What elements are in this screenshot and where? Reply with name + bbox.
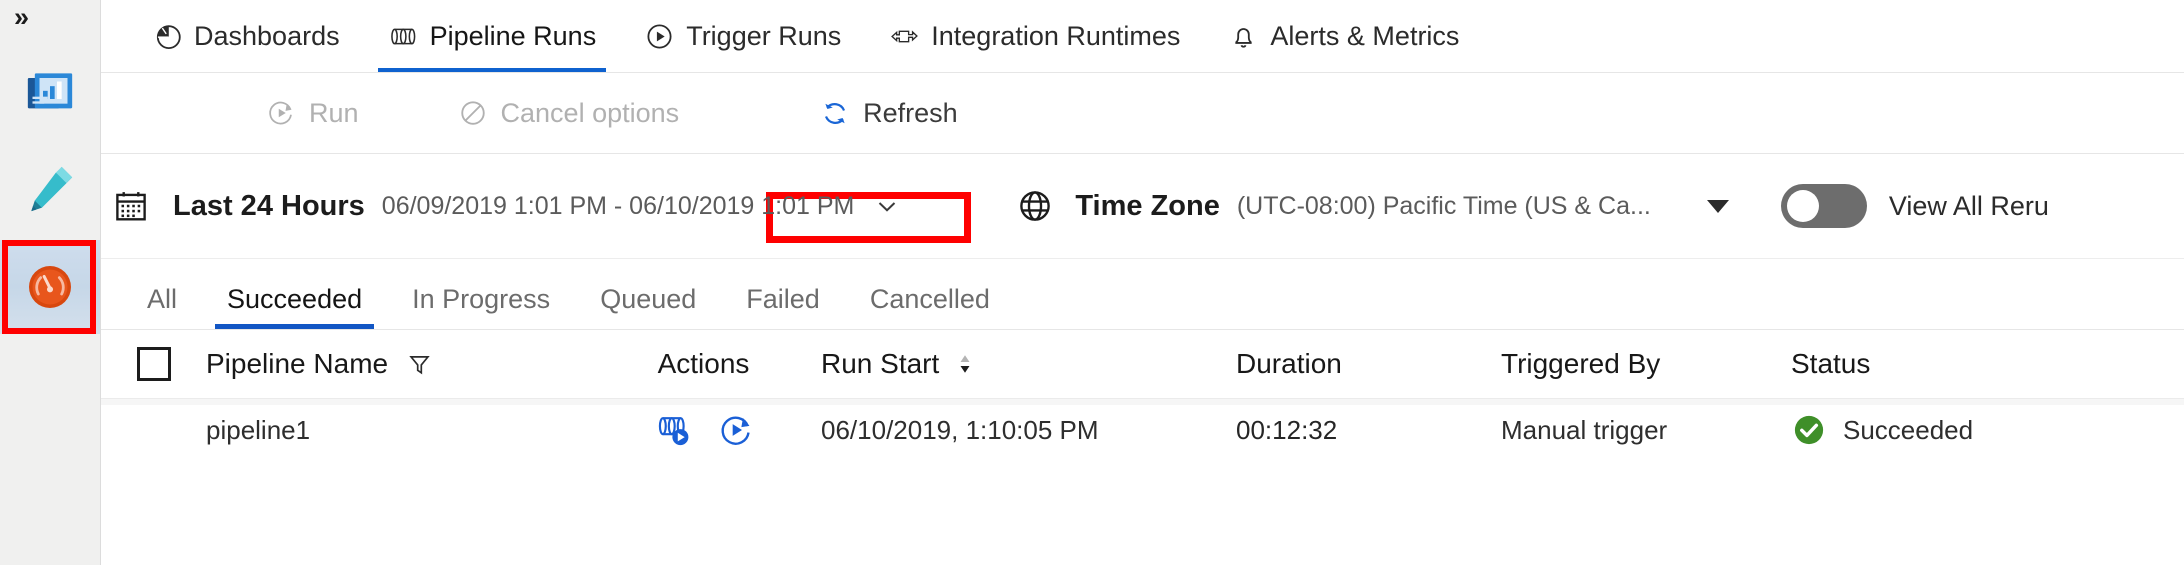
cell-run-start: 06/10/2019, 1:10:05 PM (821, 415, 1236, 446)
pie-chart-icon (152, 21, 183, 52)
calendar-icon (111, 186, 151, 226)
table-header: Pipeline Name Actions Run Start Duration… (101, 330, 2184, 399)
pivot-failed[interactable]: Failed (734, 284, 832, 329)
command-bar: Run Cancel options Refresh (101, 73, 2184, 243)
timezone-label: Time Zone (1075, 189, 1220, 222)
toggle-knob (1786, 190, 1819, 222)
select-all-cell[interactable] (101, 347, 206, 381)
cell-triggered-by: Manual trigger (1501, 415, 1791, 446)
section-tabs: Dashboards Pipeline Runs Trigger Runs In… (101, 0, 2184, 73)
sidebar-item-author[interactable] (0, 142, 100, 236)
filter-funnel-icon[interactable] (406, 351, 433, 378)
pivot-all[interactable]: All (135, 284, 189, 329)
sidebar-item-overview[interactable] (0, 45, 100, 139)
pivot-queued[interactable]: Queued (588, 284, 708, 329)
timezone-value: (UTC-08:00) Pacific Time (US & Ca... (1236, 191, 1651, 220)
time-filter-bar: Last 24 Hours 06/09/2019 1:01 PM - 06/10… (101, 154, 2184, 259)
tab-label: Pipeline Runs (429, 20, 597, 51)
pivot-in-progress[interactable]: In Progress (400, 284, 562, 329)
pipeline-name-link[interactable]: pipeline1 (206, 415, 310, 446)
monitor-pipeline-runs-page: » Dashboards Pipeline Runs Trigger Runs … (0, 0, 2184, 565)
view-activity-runs-icon[interactable] (653, 410, 693, 450)
rerun-icon[interactable] (717, 411, 755, 449)
run-start-value: 06/10/2019, 1:10:05 PM (821, 414, 1099, 445)
tab-alerts-metrics[interactable]: Alerts & Metrics (1212, 0, 1475, 72)
column-triggered-by: Triggered By (1501, 348, 1791, 380)
view-all-reruns-toggle[interactable] (1780, 184, 1867, 228)
date-range-picker[interactable]: Last 24 Hours 06/09/2019 1:01 PM - 06/10… (101, 186, 902, 226)
main-content: Dashboards Pipeline Runs Trigger Runs In… (101, 0, 2184, 565)
column-header-label: Duration (1236, 348, 1342, 379)
pipeline-icon (388, 21, 419, 52)
triggered-by-value: Manual trigger (1501, 414, 1668, 445)
row-top-separator (101, 399, 2184, 405)
status-value: Succeeded (1843, 414, 1974, 445)
expand-rail-button[interactable]: » (14, 4, 29, 31)
column-header-label: Actions (657, 348, 750, 379)
column-duration: Duration (1236, 348, 1501, 380)
play-circle-icon (644, 21, 675, 52)
tab-integration-runtimes[interactable]: Integration Runtimes (873, 0, 1196, 72)
tab-label: Integration Runtimes (931, 20, 1181, 51)
tab-trigger-runs[interactable]: Trigger Runs (628, 0, 857, 72)
refresh-icon (820, 98, 850, 128)
column-header-label: Status (1791, 348, 1871, 379)
column-header-label: Run Start (821, 348, 940, 379)
globe-icon (1015, 186, 1055, 226)
author-pencil-icon (31, 166, 73, 212)
integration-runtime-icon (889, 21, 920, 52)
cell-actions (586, 410, 821, 450)
tab-pipeline-runs[interactable]: Pipeline Runs (372, 0, 613, 72)
overview-icon (27, 73, 73, 109)
tab-dashboards[interactable]: Dashboards (136, 0, 356, 72)
cell-status: Succeeded (1791, 412, 2091, 448)
pivot-succeeded[interactable]: Succeeded (215, 284, 375, 329)
column-run-start[interactable]: Run Start (821, 348, 1236, 380)
success-check-icon (1791, 412, 1827, 448)
tab-label: Dashboards (194, 20, 340, 51)
sidebar-item-monitor[interactable] (0, 240, 100, 334)
date-range-label: Last 24 Hours (173, 189, 365, 222)
sort-arrows-icon[interactable] (955, 349, 975, 379)
duration-value: 00:12:32 (1236, 414, 1338, 445)
refresh-label: Refresh (863, 97, 958, 128)
column-pipeline-name[interactable]: Pipeline Name (206, 348, 586, 380)
bell-icon (1228, 21, 1259, 52)
column-header-label: Triggered By (1501, 348, 1661, 379)
column-status: Status (1791, 348, 2091, 380)
view-all-reruns-group[interactable]: View All Reru (1729, 184, 2049, 228)
refresh-button[interactable]: Refresh (798, 87, 980, 139)
run-label: Run (309, 97, 359, 128)
cell-duration: 00:12:32 (1236, 415, 1501, 446)
timezone-picker[interactable]: Time Zone (UTC-08:00) Pacific Time (US &… (1015, 186, 1729, 226)
view-all-reruns-label: View All Reru (1888, 190, 2049, 221)
cancel-options-button[interactable]: Cancel options (436, 87, 702, 139)
column-actions: Actions (586, 348, 821, 380)
cancel-label: Cancel options (500, 97, 680, 128)
table-row[interactable]: pipeline1 06/10/2019, 1:10:05 PM 00:12:3… (101, 399, 2184, 461)
left-rail: » (0, 0, 101, 565)
cell-pipeline-name[interactable]: pipeline1 (206, 415, 586, 446)
column-header-label: Pipeline Name (206, 348, 389, 379)
tab-label: Alerts & Metrics (1270, 20, 1460, 51)
chevron-down-icon[interactable] (872, 191, 902, 221)
date-range-value: 06/09/2019 1:01 PM - 06/10/2019 1:01 PM (381, 191, 855, 220)
status-pivot-bar: All Succeeded In Progress Queued Failed … (101, 259, 2184, 330)
caret-down-icon[interactable] (1706, 199, 1729, 213)
run-button[interactable]: Run (244, 87, 381, 139)
pivot-cancelled[interactable]: Cancelled (858, 284, 1002, 329)
select-all-checkbox[interactable] (136, 347, 171, 381)
cancel-icon (458, 98, 488, 128)
monitor-gauge-icon (29, 266, 71, 308)
tab-label: Trigger Runs (686, 20, 842, 51)
run-icon (266, 98, 296, 128)
